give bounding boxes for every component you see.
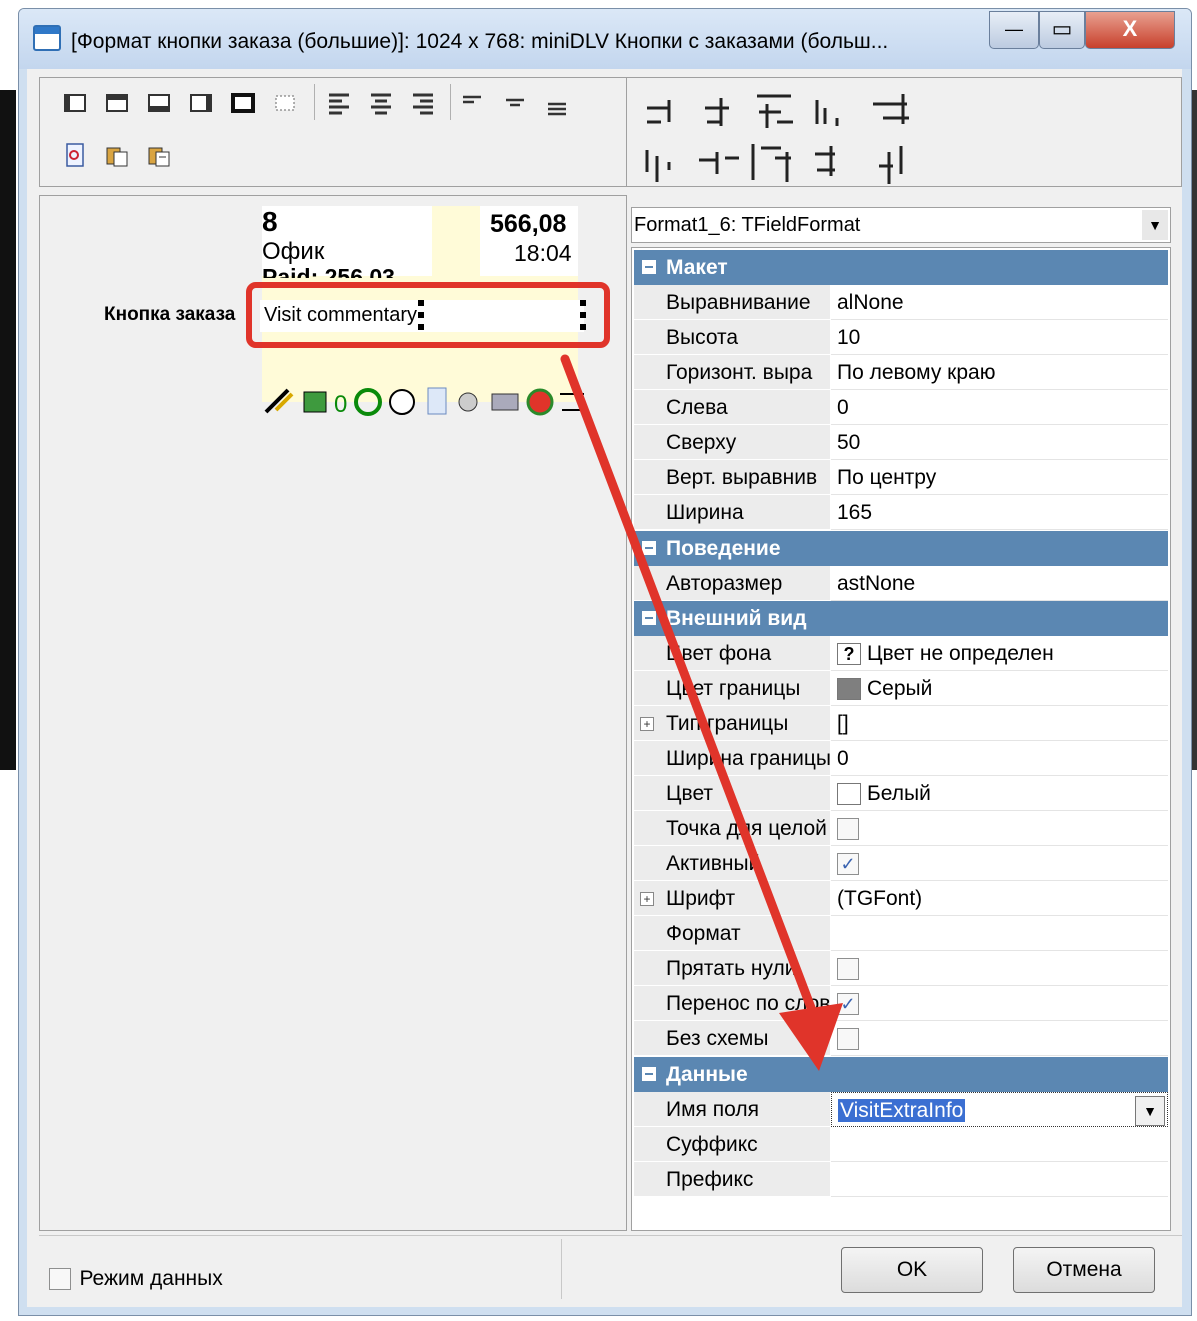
footer-separator (561, 1239, 562, 1299)
window-icon (33, 25, 61, 51)
minimize-button[interactable]: — (989, 11, 1039, 49)
desktop-background (0, 90, 16, 770)
dialog-window: [Формат кнопки заказа (большие)]: 1024 x… (18, 8, 1192, 1316)
dialog-client-area: 8 566,08 Офик 18:04 Paid: 256.03 Кнопка … (27, 69, 1182, 1307)
data-mode-checkbox[interactable] (49, 1268, 71, 1290)
footer-divider (39, 1235, 1182, 1236)
close-button[interactable]: X (1085, 11, 1175, 49)
cancel-button[interactable]: Отмена (1013, 1247, 1155, 1293)
title-bar[interactable]: [Формат кнопки заказа (большие)]: 1024 x… (19, 9, 1191, 69)
window-title: [Формат кнопки заказа (большие)]: 1024 x… (71, 30, 889, 53)
maximize-button[interactable]: ▭ (1039, 11, 1085, 49)
annotation-arrow (560, 354, 843, 1071)
data-mode-checkbox-group[interactable]: Режим данных (49, 1267, 223, 1291)
ok-button[interactable]: OK (841, 1247, 983, 1293)
data-mode-label: Режим данных (79, 1267, 223, 1290)
